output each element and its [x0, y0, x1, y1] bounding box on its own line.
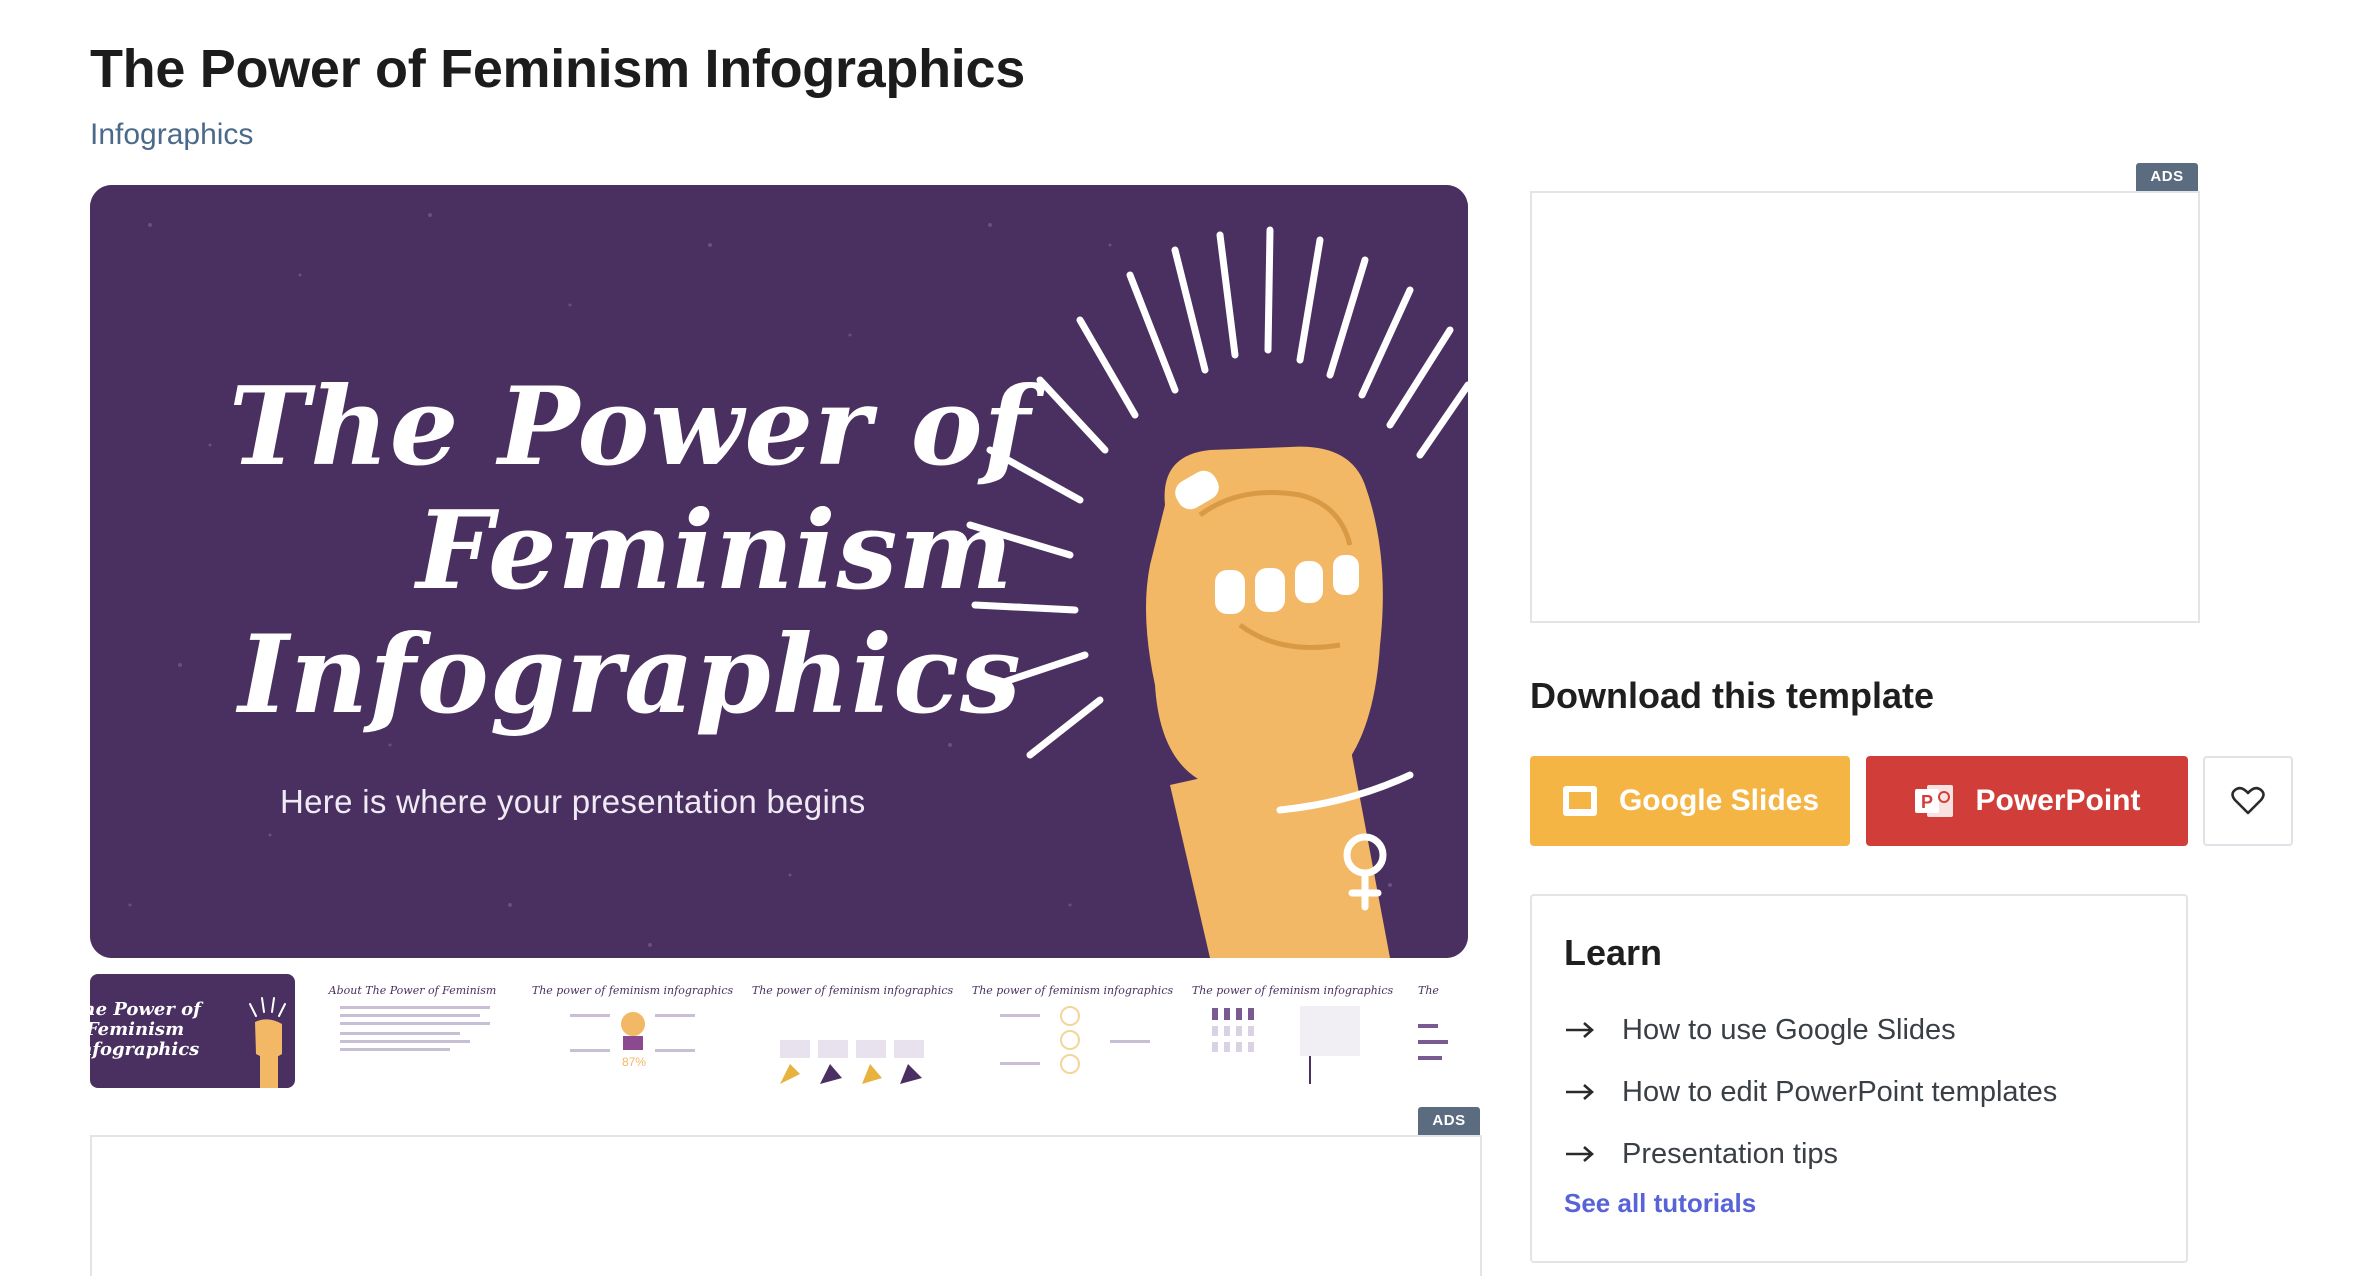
download-heading: Download this template [1530, 675, 1935, 716]
thumbnail-6[interactable]: The power of feminism infographics [1190, 974, 1395, 1088]
powerpoint-label: PowerPoint [1975, 784, 2141, 817]
learn-link-google-slides[interactable]: How to use Google Slides [1564, 1010, 1956, 1050]
arrow-right-icon [1564, 1020, 1596, 1040]
google-slides-icon [1561, 784, 1599, 818]
learn-link-powerpoint[interactable]: How to edit PowerPoint templates [1564, 1072, 2057, 1112]
learn-link-presentation-tips[interactable]: Presentation tips [1564, 1134, 1838, 1174]
thumbnail-7[interactable]: The [1410, 974, 1468, 1088]
thumbnail-2[interactable]: About The Power of Feminism [310, 974, 515, 1088]
ads-badge-bottom: ADS [1418, 1107, 1480, 1135]
thumbnail-5[interactable]: The power of feminism infographics [970, 974, 1175, 1088]
arrow-right-icon [1564, 1082, 1596, 1102]
powerpoint-icon: P [1913, 782, 1955, 820]
thumbnail-3[interactable]: The power of feminism infographics 87% [530, 974, 735, 1088]
google-slides-button[interactable]: Google Slides [1530, 756, 1850, 846]
favorite-button[interactable] [2203, 756, 2293, 846]
learn-panel: Learn How to use Google Slides How to ed… [1530, 894, 2188, 1263]
thumbnail-strip: The Power of Feminism Infographics About… [90, 974, 1468, 1088]
thumbnail-1-title: The Power of Feminism Infographics [90, 999, 201, 1060]
arrow-right-icon [1564, 1144, 1596, 1164]
learn-link-label: How to use Google Slides [1622, 1013, 1956, 1046]
learn-link-label: Presentation tips [1622, 1137, 1839, 1170]
thumbnail-4[interactable]: The power of feminism infographics [750, 974, 955, 1088]
hero-subtitle: Here is where your presentation begins [280, 783, 866, 820]
page-title: The Power of Feminism Infographics [90, 39, 1025, 99]
learn-heading: Learn [1564, 932, 1663, 973]
svg-text:87%: 87% [622, 1055, 646, 1069]
see-all-tutorials-link[interactable]: See all tutorials [1564, 1188, 1756, 1219]
google-slides-label: Google Slides [1618, 784, 1820, 817]
hero-title-line1: The Power of [228, 364, 1032, 490]
powerpoint-button[interactable]: P PowerPoint [1866, 756, 2188, 846]
ads-badge-right: ADS [2136, 163, 2198, 191]
heart-icon [2231, 786, 2265, 816]
learn-link-label: How to edit PowerPoint templates [1622, 1075, 2058, 1108]
category-link[interactable]: Infographics [90, 118, 253, 152]
hero-title: The Power of Feminism Infographics [220, 365, 1040, 737]
hero-title-line3: Infographics [238, 612, 1022, 738]
page: The Power of Feminism Infographics Infog… [0, 0, 2376, 1276]
hero-slide-preview[interactable]: The Power of Feminism Infographics Here … [90, 185, 1468, 958]
ad-slot-right[interactable] [1530, 191, 2200, 623]
thumbnail-1[interactable]: The Power of Feminism Infographics [90, 974, 295, 1088]
svg-text:P: P [1921, 792, 1933, 812]
ad-slot-bottom[interactable] [90, 1135, 1482, 1276]
hero-title-line2: Feminism [416, 488, 1014, 614]
